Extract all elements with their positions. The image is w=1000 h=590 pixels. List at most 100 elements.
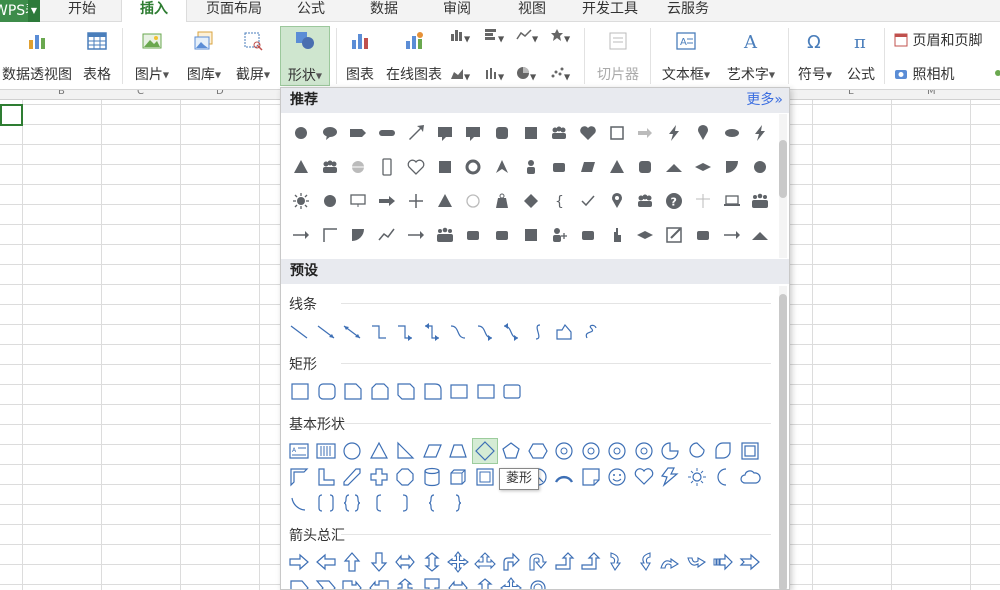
column-header[interactable]: C — [137, 90, 144, 97]
other-chart-dropdown[interactable]: ▼ — [550, 28, 570, 48]
presets-scroll-thumb[interactable] — [779, 294, 787, 589]
call-l-shape-icon[interactable] — [367, 576, 391, 589]
chart-up-shape-icon[interactable] — [375, 223, 399, 247]
rtri-o-shape-icon[interactable] — [393, 439, 417, 463]
heart-o-shape-icon[interactable] — [404, 155, 428, 179]
call-r-shape-icon[interactable] — [340, 576, 364, 589]
fold-shape-icon[interactable] — [579, 465, 603, 489]
a-notch-shape-icon[interactable] — [738, 550, 762, 574]
square-shape-icon[interactable] — [519, 121, 543, 145]
circle-shape-icon[interactable] — [289, 121, 313, 145]
smiley-shape-icon[interactable] — [605, 465, 629, 489]
lbrace-shape-icon[interactable] — [420, 491, 444, 515]
a3-shape-icon[interactable] — [473, 550, 497, 574]
snip1-shape-icon[interactable] — [340, 379, 364, 403]
textbox-shape-icon[interactable]: A — [287, 439, 311, 463]
curve3-shape-icon[interactable] — [499, 320, 523, 344]
triangle-shape-icon[interactable] — [605, 155, 629, 179]
num-c-shape-icon[interactable] — [605, 439, 629, 463]
crowd-shape-icon[interactable] — [748, 189, 772, 213]
call-d-shape-icon[interactable] — [420, 576, 444, 589]
camera-button[interactable]: 照相机 — [894, 64, 954, 84]
arrow-up-shape-icon[interactable] — [404, 121, 428, 145]
screenshot-button[interactable]: 截屏▼ — [230, 28, 276, 86]
circle-shape-icon[interactable] — [318, 189, 342, 213]
bubble-shape-icon[interactable] — [318, 121, 342, 145]
a-r-shape-icon[interactable] — [287, 550, 311, 574]
arrow-thin-shape-icon[interactable] — [289, 223, 313, 247]
tear-shape-icon[interactable] — [685, 439, 709, 463]
tab-developer[interactable]: 开发工具 — [574, 0, 646, 22]
cross-o-shape-icon[interactable] — [367, 465, 391, 489]
moon-shape-icon[interactable] — [711, 465, 735, 489]
active-cell[interactable] — [0, 104, 23, 126]
lshape-shape-icon[interactable] — [314, 465, 338, 489]
rbracket-shape-icon[interactable] — [393, 491, 417, 515]
num-c-shape-icon[interactable] — [552, 439, 576, 463]
plus-shape-icon[interactable] — [404, 189, 428, 213]
chevron-shape-icon[interactable] — [314, 576, 338, 589]
square-shape-icon[interactable] — [433, 155, 457, 179]
online-chart-button[interactable]: 在线图表 — [382, 28, 446, 86]
slicer-button[interactable]: 切片器 — [592, 28, 644, 86]
roof-shape-icon[interactable] — [748, 223, 772, 247]
roof-shape-icon[interactable] — [662, 155, 686, 179]
curve2-shape-icon[interactable] — [473, 320, 497, 344]
brace2-shape-icon[interactable] — [340, 491, 364, 515]
arrow-thin-shape-icon[interactable] — [720, 223, 744, 247]
pivot-chart-button[interactable]: 数据透视图 — [0, 28, 74, 86]
a-curv-l-shape-icon[interactable] — [632, 550, 656, 574]
freeform-shape-icon[interactable] — [552, 320, 576, 344]
a-d-shape-icon[interactable] — [367, 550, 391, 574]
corner-shape-icon[interactable] — [318, 223, 342, 247]
tag-shape-icon[interactable] — [346, 121, 370, 145]
snip2-shape-icon[interactable] — [367, 379, 391, 403]
bar-chart-dropdown[interactable]: ▼ — [484, 28, 504, 48]
picture-button[interactable]: 图片▼ — [128, 28, 176, 86]
ribbon-overflow-icon[interactable] — [994, 66, 1000, 84]
snip-r-shape-icon[interactable] — [420, 379, 444, 403]
pin-shape-icon[interactable] — [691, 121, 715, 145]
monitor-shape-icon[interactable] — [346, 189, 370, 213]
arc-shape-icon[interactable] — [552, 465, 576, 489]
edit-shape-icon[interactable] — [662, 223, 686, 247]
sun-shape-icon[interactable] — [289, 189, 313, 213]
tab-review[interactable]: 审阅 — [430, 0, 484, 22]
chev-up-shape-icon[interactable] — [490, 155, 514, 179]
check-shape-icon[interactable] — [576, 189, 600, 213]
ellipse-o-shape-icon[interactable] — [340, 439, 364, 463]
tab-page-layout[interactable]: 页面布局 — [196, 0, 272, 22]
area-chart-dropdown[interactable]: ▼ — [450, 66, 470, 86]
line1-shape-icon[interactable] — [287, 320, 311, 344]
brace-shape-icon[interactable]: { — [547, 189, 571, 213]
chord-shape-icon[interactable] — [658, 439, 682, 463]
arrow-r-shape-icon[interactable] — [633, 121, 657, 145]
can-shape-icon[interactable] — [420, 465, 444, 489]
a-curv-d-shape-icon[interactable] — [685, 550, 709, 574]
para-o-shape-icon[interactable] — [420, 439, 444, 463]
num-c-shape-icon[interactable] — [632, 439, 656, 463]
person-shape-icon[interactable] — [519, 155, 543, 179]
oval-shape-icon[interactable] — [720, 121, 744, 145]
column-chart-dropdown[interactable]: ▼ — [450, 28, 470, 48]
rect3-shape-icon[interactable] — [499, 379, 523, 403]
hex-o-shape-icon[interactable] — [526, 439, 550, 463]
frame-o-shape-icon[interactable] — [738, 439, 762, 463]
rbrace-shape-icon[interactable] — [446, 491, 470, 515]
oct-o-shape-icon[interactable] — [393, 465, 417, 489]
file-menu-button[interactable]: WPS表格 ▼ — [0, 0, 40, 22]
cube-shape-icon[interactable] — [446, 465, 470, 489]
circ-arr-shape-icon[interactable] — [526, 576, 550, 589]
globe-shape-icon[interactable] — [346, 155, 370, 179]
lens-shape-icon[interactable] — [633, 223, 657, 247]
tab-insert[interactable]: 插入 — [121, 0, 187, 23]
tab-view[interactable]: 视图 — [505, 0, 559, 22]
trap-o-shape-icon[interactable] — [446, 439, 470, 463]
pill-shape-icon[interactable] — [375, 121, 399, 145]
num-c-shape-icon[interactable] — [579, 439, 603, 463]
bag-shape-icon[interactable] — [490, 189, 514, 213]
a-l-r-shape-icon[interactable] — [393, 550, 417, 574]
diag-shape-icon[interactable] — [340, 465, 364, 489]
pent-o-shape-icon[interactable] — [499, 439, 523, 463]
circle-o-shape-icon[interactable] — [461, 189, 485, 213]
